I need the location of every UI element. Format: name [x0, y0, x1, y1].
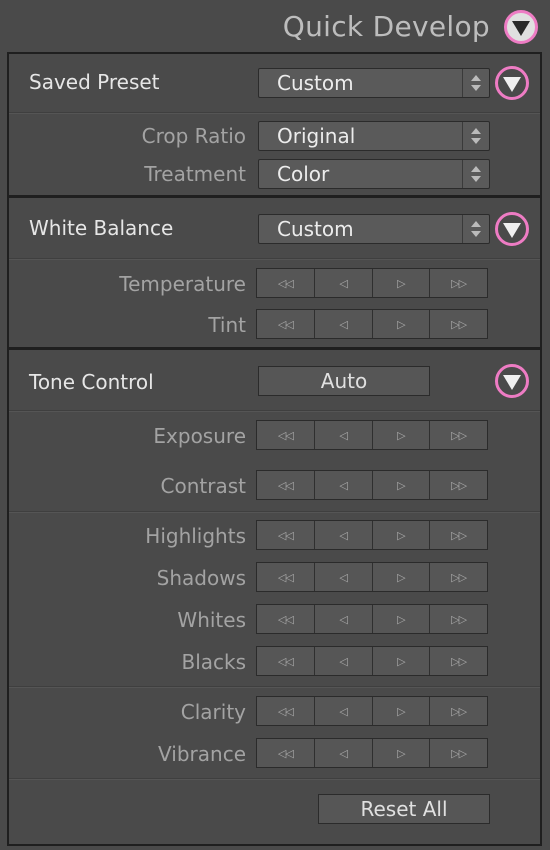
highlights-label: Highlights [145, 524, 246, 548]
divider [9, 511, 540, 513]
increase-button[interactable]: ▷ [373, 739, 431, 767]
big-increase-button[interactable]: ▷▷ [430, 563, 487, 591]
whites-label: Whites [177, 608, 246, 632]
big-increase-button[interactable]: ▷▷ [430, 521, 487, 549]
tone-control-section: Tone Control Auto Exposure ◁◁ ◁ ▷ ▷▷ Con… [7, 348, 542, 846]
big-decrease-button[interactable]: ◁◁ [257, 605, 315, 633]
treatment-value: Color [277, 162, 330, 186]
divider [9, 686, 540, 688]
big-decrease-button[interactable]: ◁◁ [257, 647, 315, 675]
increase-button[interactable]: ▷ [373, 521, 431, 549]
select-stepper-icon [462, 160, 489, 188]
divider [9, 778, 540, 780]
big-decrease-button[interactable]: ◁◁ [257, 563, 315, 591]
clarity-label: Clarity [180, 700, 246, 724]
select-stepper-icon [462, 122, 489, 150]
big-decrease-button[interactable]: ◁◁ [257, 471, 315, 499]
decrease-button[interactable]: ◁ [315, 697, 373, 725]
decrease-button[interactable]: ◁ [315, 739, 373, 767]
saved-preset-section: Saved Preset Custom Crop Ratio Original … [7, 52, 542, 197]
crop-ratio-value: Original [277, 124, 356, 148]
clarity-stepper: ◁◁ ◁ ▷ ▷▷ [256, 696, 488, 726]
whites-stepper: ◁◁ ◁ ▷ ▷▷ [256, 604, 488, 634]
increase-button[interactable]: ▷ [373, 269, 431, 297]
big-decrease-button[interactable]: ◁◁ [257, 310, 315, 338]
white-balance-value: Custom [277, 217, 354, 241]
collapse-triangle-icon[interactable] [504, 10, 538, 44]
big-increase-button[interactable]: ▷▷ [430, 605, 487, 633]
increase-button[interactable]: ▷ [373, 697, 431, 725]
big-decrease-button[interactable]: ◁◁ [257, 269, 315, 297]
treatment-select[interactable]: Color [258, 159, 490, 189]
white-balance-disclosure-icon[interactable] [495, 212, 529, 246]
tone-control-disclosure-icon[interactable] [495, 364, 529, 398]
saved-preset-select[interactable]: Custom [258, 68, 490, 98]
big-increase-button[interactable]: ▷▷ [430, 269, 487, 297]
tint-label: Tint [208, 313, 246, 337]
white-balance-label: White Balance [29, 216, 174, 240]
big-decrease-button[interactable]: ◁◁ [257, 421, 315, 449]
white-balance-select[interactable]: Custom [258, 214, 490, 244]
decrease-button[interactable]: ◁ [315, 471, 373, 499]
treatment-label: Treatment [144, 162, 246, 186]
decrease-button[interactable]: ◁ [315, 647, 373, 675]
increase-button[interactable]: ▷ [373, 647, 431, 675]
select-stepper-icon [462, 69, 489, 97]
big-increase-button[interactable]: ▷▷ [430, 421, 487, 449]
saved-preset-label: Saved Preset [29, 70, 160, 94]
decrease-button[interactable]: ◁ [315, 269, 373, 297]
decrease-button[interactable]: ◁ [315, 310, 373, 338]
temperature-stepper: ◁◁ ◁ ▷ ▷▷ [256, 268, 488, 298]
contrast-stepper: ◁◁ ◁ ▷ ▷▷ [256, 470, 488, 500]
increase-button[interactable]: ▷ [373, 421, 431, 449]
tone-control-label: Tone Control [29, 370, 154, 394]
divider [9, 258, 540, 260]
decrease-button[interactable]: ◁ [315, 521, 373, 549]
big-increase-button[interactable]: ▷▷ [430, 697, 487, 725]
decrease-button[interactable]: ◁ [315, 421, 373, 449]
saved-preset-disclosure-icon[interactable] [495, 66, 529, 100]
contrast-label: Contrast [160, 474, 246, 498]
saved-preset-value: Custom [277, 71, 354, 95]
divider [9, 112, 540, 114]
exposure-label: Exposure [153, 424, 246, 448]
temperature-label: Temperature [119, 272, 246, 296]
big-increase-button[interactable]: ▷▷ [430, 647, 487, 675]
blacks-label: Blacks [181, 650, 246, 674]
big-increase-button[interactable]: ▷▷ [430, 310, 487, 338]
exposure-stepper: ◁◁ ◁ ▷ ▷▷ [256, 420, 488, 450]
big-increase-button[interactable]: ▷▷ [430, 471, 487, 499]
auto-tone-button[interactable]: Auto [258, 366, 430, 396]
tint-stepper: ◁◁ ◁ ▷ ▷▷ [256, 309, 488, 339]
increase-button[interactable]: ▷ [373, 563, 431, 591]
increase-button[interactable]: ▷ [373, 471, 431, 499]
divider [9, 410, 540, 412]
panel-header[interactable]: Quick Develop [0, 0, 550, 52]
crop-ratio-select[interactable]: Original [258, 121, 490, 151]
big-decrease-button[interactable]: ◁◁ [257, 521, 315, 549]
big-decrease-button[interactable]: ◁◁ [257, 697, 315, 725]
white-balance-section: White Balance Custom Temperature ◁◁ ◁ ▷ … [7, 196, 542, 349]
highlights-stepper: ◁◁ ◁ ▷ ▷▷ [256, 520, 488, 550]
panel-title: Quick Develop [282, 10, 490, 43]
big-decrease-button[interactable]: ◁◁ [257, 739, 315, 767]
shadows-label: Shadows [156, 566, 246, 590]
vibrance-stepper: ◁◁ ◁ ▷ ▷▷ [256, 738, 488, 768]
big-increase-button[interactable]: ▷▷ [430, 739, 487, 767]
blacks-stepper: ◁◁ ◁ ▷ ▷▷ [256, 646, 488, 676]
select-stepper-icon [462, 215, 489, 243]
decrease-button[interactable]: ◁ [315, 563, 373, 591]
increase-button[interactable]: ▷ [373, 310, 431, 338]
vibrance-label: Vibrance [158, 742, 246, 766]
increase-button[interactable]: ▷ [373, 605, 431, 633]
decrease-button[interactable]: ◁ [315, 605, 373, 633]
crop-ratio-label: Crop Ratio [141, 124, 246, 148]
shadows-stepper: ◁◁ ◁ ▷ ▷▷ [256, 562, 488, 592]
reset-all-button[interactable]: Reset All [318, 794, 490, 824]
